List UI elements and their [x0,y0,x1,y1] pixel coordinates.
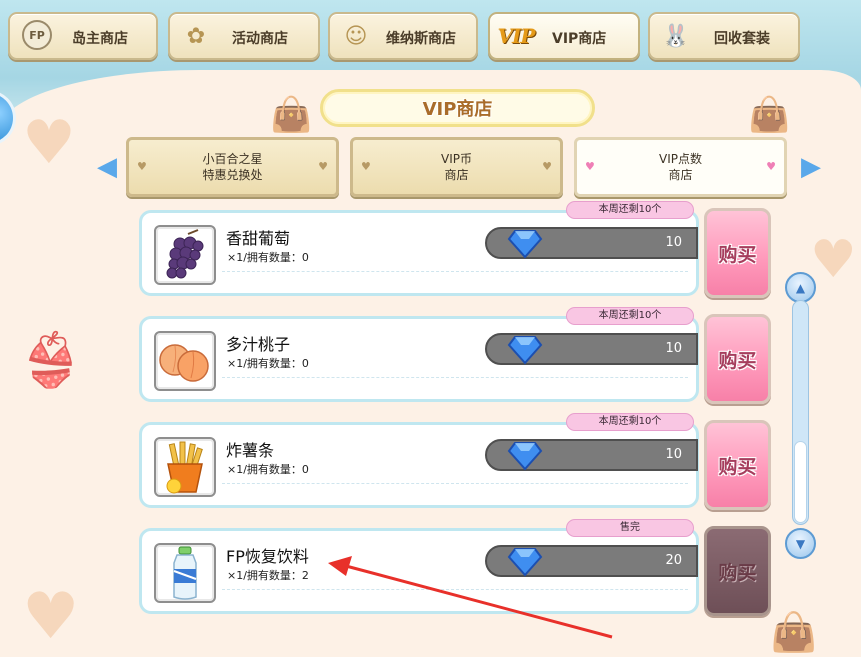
bunny-bag-icon: 🐰 [662,23,690,49]
price-bar: 10 [485,333,698,365]
item-quantity: ×1/拥有数量：0 [227,357,309,370]
arrow-up-icon: ▲ [795,280,806,295]
page-title-text: VIP商店 [422,99,493,120]
tab-event-shop[interactable]: ✿ 活动商店 [168,12,320,60]
item-quantity: ×1/拥有数量：0 [227,463,309,476]
vip-badge-icon: VIP [497,24,536,48]
girls-icon: ☺ [344,23,368,49]
price-bar: 10 [485,227,698,259]
diamond-icon [507,332,543,366]
diamond-icon [507,544,543,578]
stock-tag: 本周还剩10个 [566,413,694,431]
heart-icon: ♥ [318,160,328,173]
price-value: 10 [665,235,682,250]
fries-icon [154,437,216,497]
stock-tag: 本周还剩10个 [566,201,694,219]
grapes-icon [154,225,216,285]
price-value: 10 [665,341,682,356]
next-arrow-button[interactable]: ▶ [800,150,822,184]
heart-icon: ♥ [766,160,776,173]
price-bar: 20 [485,545,698,577]
water-bottle-icon [154,543,216,603]
tab-label: 活动商店 [232,31,288,47]
subtab-lily-star-exchange[interactable]: ♥ ♥ 小百合之星 特惠兑换处 [126,137,339,197]
item-name: 多汁桃子 [226,335,291,354]
prev-arrow-button[interactable]: ◀ [96,150,118,184]
price-value: 20 [665,553,682,568]
left-arrow-icon: ◀ [97,152,117,182]
heart-icon: ♥ [361,160,371,173]
buy-label: 购买 [718,455,757,478]
scrollbar-track[interactable] [792,300,809,525]
tab-label: 维纳斯商店 [386,31,456,47]
item-quantity: ×1/拥有数量：2 [227,569,309,582]
tab-island-shop[interactable]: FP 岛主商店 [8,12,158,60]
subtab-line2: 商店 [668,168,693,182]
item-quantity: ×1/拥有数量：0 [227,251,309,264]
list-item: 香甜葡萄 ×1/拥有数量：0 本周还剩10个 10 [139,201,699,296]
subtab-line1: 小百合之星 [202,152,263,166]
sold-out-tag: 售完 [566,519,694,537]
list-item: 多汁桃子 ×1/拥有数量：0 本周还剩10个 10 [139,307,699,402]
tab-vip-shop[interactable]: VIP VIP商店 [488,12,640,60]
buy-button[interactable]: 购买 [704,208,771,298]
subtab-line1: VIP币 [441,152,472,166]
subtab-line2: 特惠兑换处 [202,168,263,182]
fp-badge-icon: FP [22,20,52,50]
tab-label: 回收套装 [714,31,770,47]
subtab-vip-coin-shop[interactable]: ♥ ♥ VIP币 商店 [350,137,563,197]
tab-recycle-outfits[interactable]: 🐰 回收套装 [648,12,800,60]
tab-label: VIP商店 [552,31,607,47]
buy-button-disabled[interactable]: 购买 [704,526,771,616]
peach-icon [154,331,216,391]
tab-venus-shop[interactable]: ☺ 维纳斯商店 [328,12,478,60]
list-item: 炸薯条 ×1/拥有数量：0 本周还剩10个 10 [139,413,699,508]
diamond-icon [507,226,543,260]
tab-label: 岛主商店 [72,31,128,47]
scrollbar-thumb[interactable] [794,441,807,523]
item-name: FP恢复饮料 [226,547,309,566]
buy-label: 购买 [718,561,757,584]
buy-button[interactable]: 购买 [704,314,771,404]
stock-tag: 本周还剩10个 [566,307,694,325]
subtab-vip-points-shop[interactable]: ♥ ♥ VIP点数 商店 [574,137,787,197]
list-item: FP恢复饮料 ×1/拥有数量：2 售完 20 [139,519,699,614]
subtab-line1: VIP点数 [659,152,702,166]
heart-icon: ♥ [542,160,552,173]
price-value: 10 [665,447,682,462]
diamond-icon [507,438,543,472]
heart-icon: ♥ [585,160,595,173]
scroll-down-button[interactable]: ▼ [785,528,816,559]
heart-icon: ♥ [137,160,147,173]
item-name: 炸薯条 [226,441,275,460]
arrow-down-icon: ▼ [795,536,806,551]
price-bar: 10 [485,439,698,471]
flower-icon: ✿ [186,23,206,49]
scroll-up-button[interactable]: ▲ [785,272,816,303]
buy-label: 购买 [718,349,757,372]
item-name: 香甜葡萄 [226,229,291,248]
right-arrow-icon: ▶ [801,152,821,182]
subtab-line2: 商店 [444,168,469,182]
buy-label: 购买 [718,243,757,266]
page-title: VIP商店 [320,89,595,127]
buy-button[interactable]: 购买 [704,420,771,510]
